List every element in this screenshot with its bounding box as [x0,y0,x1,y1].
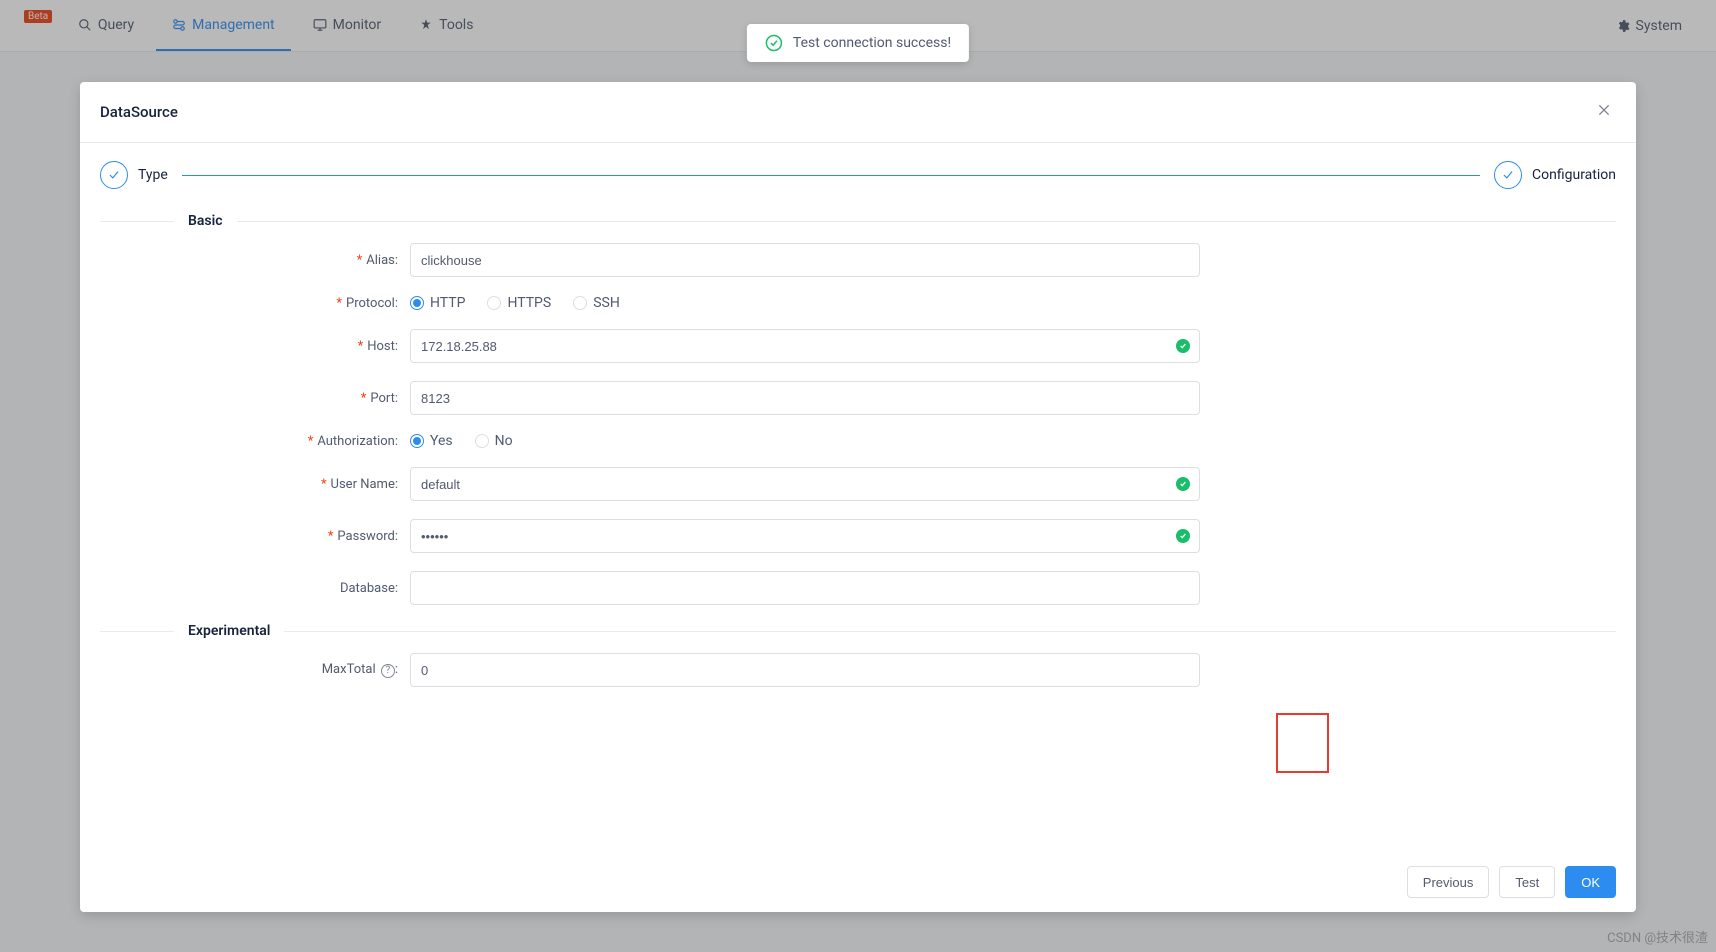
help-icon[interactable]: ? [381,664,395,678]
username-input[interactable] [410,467,1200,501]
label-authorization: *Authorization: [100,434,410,449]
datasource-modal: DataSource Type Configuration Basic *Ali… [80,82,1636,912]
maxtotal-input[interactable] [410,653,1200,687]
section-title: Experimental [174,623,284,639]
ok-button[interactable]: OK [1565,866,1616,898]
alias-input[interactable] [410,243,1200,277]
toast-message: Test connection success! [793,35,951,51]
step-label: Type [138,167,168,183]
radio-label: HTTP [430,295,465,311]
label-port: *Port: [100,391,410,406]
label-username: *User Name: [100,477,410,492]
toast-success: Test connection success! [747,24,969,62]
database-input[interactable] [410,571,1200,605]
valid-check-icon [1176,339,1190,353]
auth-yes-radio[interactable]: Yes [410,433,453,449]
modal-header: DataSource [80,82,1636,143]
test-button[interactable]: Test [1499,866,1555,898]
section-title: Basic [174,213,237,229]
step-connector [182,175,1480,176]
section-basic-header: Basic [100,213,1616,229]
watermark-left [6,939,8,950]
password-input[interactable] [410,519,1200,553]
check-circle-icon [765,34,783,52]
label-alias: *Alias: [100,253,410,268]
check-icon [107,168,121,182]
radio-label: HTTPS [507,295,551,311]
protocol-https-radio[interactable]: HTTPS [487,295,551,311]
valid-check-icon [1176,477,1190,491]
step-indicator: Type Configuration [100,157,1616,203]
previous-button[interactable]: Previous [1407,866,1490,898]
radio-label: No [495,433,513,449]
protocol-ssh-radio[interactable]: SSH [573,295,620,311]
auth-no-radio[interactable]: No [475,433,513,449]
label-database: Database: [100,581,410,596]
label-protocol: *Protocol: [100,296,410,311]
radio-label: Yes [430,433,453,449]
step-configuration[interactable]: Configuration [1494,161,1616,189]
label-host: *Host: [100,339,410,354]
close-icon [1596,102,1612,118]
modal-title: DataSource [100,103,178,121]
check-icon [1501,168,1515,182]
protocol-http-radio[interactable]: HTTP [410,295,465,311]
close-button[interactable] [1592,98,1616,126]
label-password: *Password: [100,529,410,544]
step-type[interactable]: Type [100,161,168,189]
modal-footer: Previous Test OK [80,851,1636,912]
section-experimental-header: Experimental [100,623,1616,639]
radio-label: SSH [593,295,620,311]
watermark: CSDN @技术很渣 [1607,927,1708,946]
host-input[interactable] [410,329,1200,363]
label-maxtotal: MaxTotal ?: [100,662,410,678]
step-label: Configuration [1532,167,1616,183]
valid-check-icon [1176,529,1190,543]
port-input[interactable] [410,381,1200,415]
